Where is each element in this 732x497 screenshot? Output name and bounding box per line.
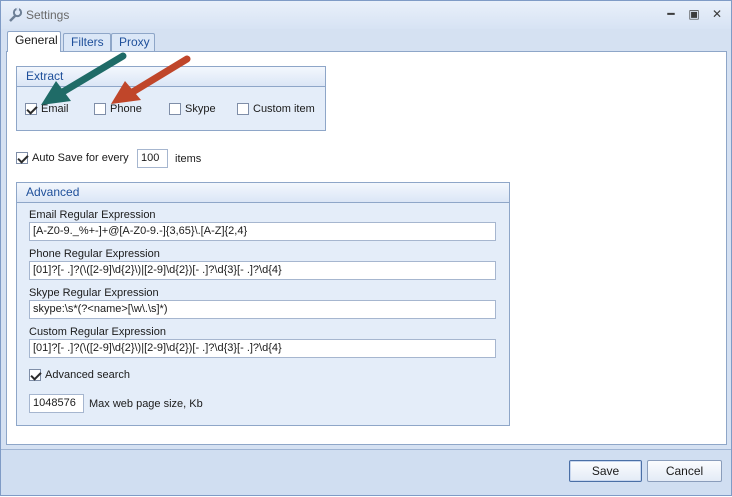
skype-checkbox[interactable]: Skype xyxy=(169,103,216,115)
email-regex-input[interactable]: [A-Z0-9._%+-]+@[A-Z0-9.-]{3,65}\.[A-Z]{2… xyxy=(29,222,496,241)
max-page-size-input[interactable]: 1048576 xyxy=(29,394,84,413)
phone-checkbox-label: Phone xyxy=(110,103,142,115)
close-icon[interactable]: ✕ xyxy=(708,6,726,22)
title-bar: Settings ━ ▣ ✕ xyxy=(1,1,731,29)
phone-checkbox[interactable]: Phone xyxy=(94,103,142,115)
autosave-label: Auto Save for every xyxy=(32,152,129,164)
email-regex-label: Email Regular Expression xyxy=(29,209,156,221)
advanced-search-label: Advanced search xyxy=(45,369,130,381)
skype-checkbox-label: Skype xyxy=(185,103,216,115)
custom-item-checkbox-box[interactable] xyxy=(237,103,249,115)
email-checkbox-label: Email xyxy=(41,103,69,115)
skype-regex-label: Skype Regular Expression xyxy=(29,287,159,299)
general-tab-panel: Extract Email Phone Skype Custom item Au… xyxy=(6,51,727,445)
tab-filters[interactable]: Filters xyxy=(63,33,111,52)
phone-regex-label: Phone Regular Expression xyxy=(29,248,160,260)
tab-proxy[interactable]: Proxy xyxy=(111,33,155,52)
autosave-checkbox-box[interactable] xyxy=(16,152,28,164)
email-checkbox[interactable]: Email xyxy=(25,103,69,115)
autosave-suffix: items xyxy=(175,153,202,165)
custom-regex-input[interactable]: [01]?[- .]?(\([2-9]\d{2}\)|[2-9]\d{2})[-… xyxy=(29,339,496,358)
dialog-footer: Save Cancel xyxy=(1,449,731,495)
phone-regex-input[interactable]: [01]?[- .]?(\([2-9]\d{2}\)|[2-9]\d{2})[-… xyxy=(29,261,496,280)
autosave-count-input[interactable]: 100 xyxy=(137,149,168,168)
autosave-checkbox[interactable]: Auto Save for every xyxy=(16,152,129,164)
advanced-group: Advanced Email Regular Expression [A-Z0-… xyxy=(16,182,510,426)
cancel-button[interactable]: Cancel xyxy=(647,460,722,482)
minimize-icon[interactable]: ━ xyxy=(662,6,680,22)
window-title: Settings xyxy=(26,8,70,22)
custom-item-checkbox[interactable]: Custom item xyxy=(237,103,315,115)
email-checkbox-box[interactable] xyxy=(25,103,37,115)
settings-window: Settings ━ ▣ ✕ General Filters Proxy Ext… xyxy=(0,0,732,496)
phone-checkbox-box[interactable] xyxy=(94,103,106,115)
save-button[interactable]: Save xyxy=(569,460,642,482)
tab-general[interactable]: General xyxy=(7,31,61,52)
advanced-group-header: Advanced xyxy=(17,183,509,203)
advanced-search-checkbox[interactable]: Advanced search xyxy=(29,369,130,381)
extract-group-header: Extract xyxy=(17,67,325,87)
skype-checkbox-box[interactable] xyxy=(169,103,181,115)
extract-group: Extract Email Phone Skype Custom item xyxy=(16,66,326,131)
custom-regex-label: Custom Regular Expression xyxy=(29,326,166,338)
maximize-icon[interactable]: ▣ xyxy=(685,6,703,22)
skype-regex-input[interactable]: skype:\s*(?<name>[\w\.\s]*) xyxy=(29,300,496,319)
custom-item-checkbox-label: Custom item xyxy=(253,103,315,115)
settings-app-icon xyxy=(9,7,23,22)
max-page-size-label: Max web page size, Kb xyxy=(89,398,203,410)
advanced-search-checkbox-box[interactable] xyxy=(29,369,41,381)
